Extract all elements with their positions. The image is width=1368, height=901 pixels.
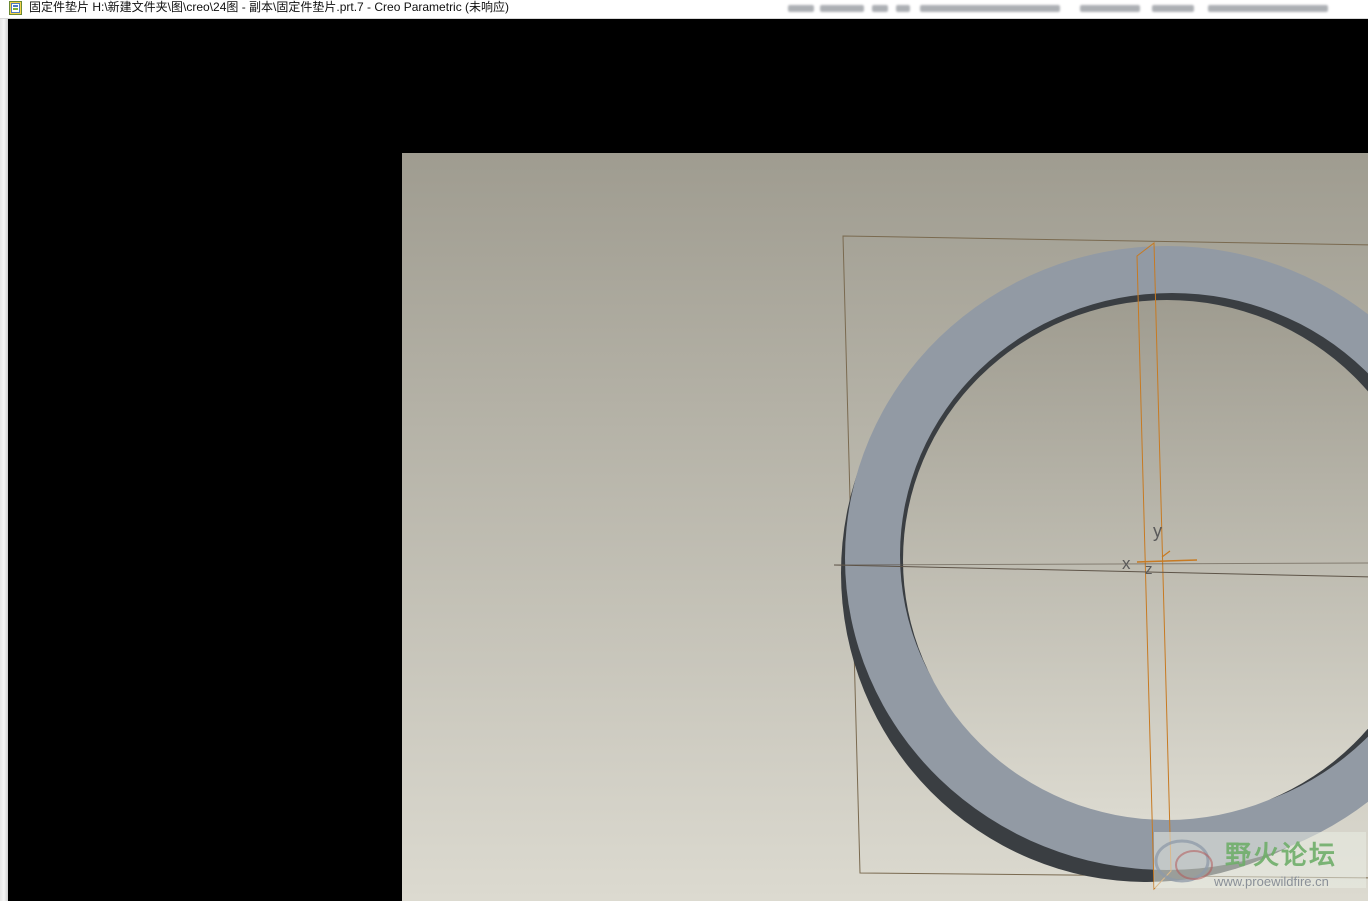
- app-icon: [9, 1, 22, 15]
- obscured-taskbar-text: [788, 5, 1348, 14]
- watermark-title: 野火论坛: [1225, 841, 1337, 871]
- axis-label-y: y: [1153, 521, 1162, 541]
- watermark-url: www.proewildfire.cn: [1213, 874, 1329, 889]
- model-viewport[interactable]: x y z 野火论坛 www.proewildfire.cn: [402, 153, 1368, 901]
- axis-label-z: z: [1145, 561, 1153, 578]
- graphics-area[interactable]: x y z 野火论坛 www.proewildfire.cn: [402, 153, 1368, 901]
- forum-watermark: 野火论坛 www.proewildfire.cn: [1154, 832, 1366, 889]
- window-titlebar[interactable]: 固定件垫片 H:\新建文件夹\图\creo\24图 - 副本\固定件垫片.prt…: [0, 0, 1368, 19]
- axis-label-x: x: [1122, 554, 1131, 573]
- window-title: 固定件垫片 H:\新建文件夹\图\creo\24图 - 副本\固定件垫片.prt…: [29, 0, 510, 14]
- window-left-border: [0, 19, 8, 901]
